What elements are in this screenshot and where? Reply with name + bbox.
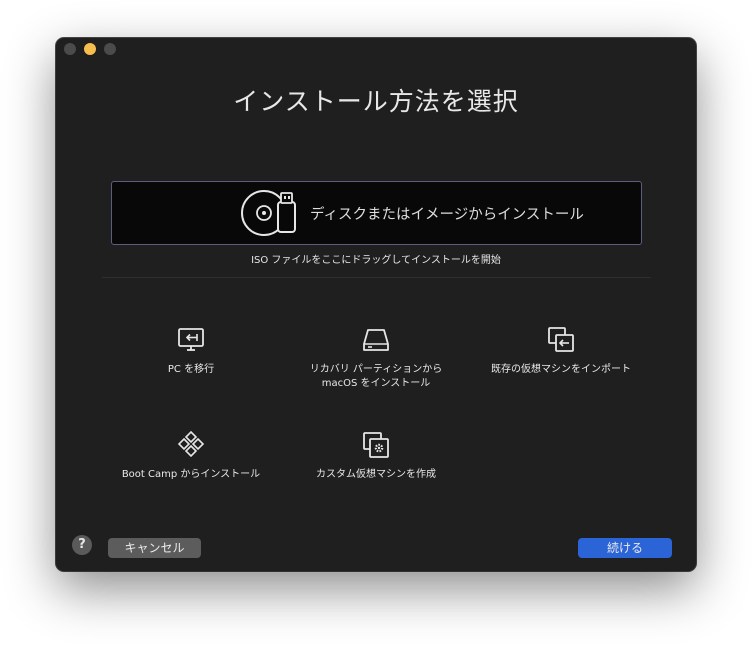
close-window-button[interactable] xyxy=(64,43,76,55)
option-label: Boot Camp からインストール xyxy=(121,469,261,480)
window-controls xyxy=(64,43,116,55)
option-custom-vm[interactable]: カスタム仮想マシンを作成 xyxy=(276,430,476,482)
option-label: リカバリ パーティションから macOS をインストール xyxy=(309,364,443,389)
help-button[interactable]: ? xyxy=(72,535,92,555)
page-title: インストール方法を選択 xyxy=(233,87,519,116)
option-migrate-pc[interactable]: PC を移行 xyxy=(91,325,291,377)
cancel-button[interactable]: キャンセル xyxy=(108,538,201,558)
drop-zone-label: ディスクまたはイメージからインストール xyxy=(310,207,584,223)
option-recovery-partition[interactable]: リカバリ パーティションから macOS をインストール xyxy=(276,325,476,391)
import-windows-icon xyxy=(548,327,574,352)
install-from-image-drop-zone[interactable]: ディスクまたはイメージからインストール xyxy=(111,181,642,245)
divider xyxy=(102,277,651,278)
option-label: カスタム仮想マシンを作成 xyxy=(316,469,436,480)
disc-usb-icon xyxy=(241,190,296,236)
drive-icon xyxy=(363,329,389,351)
drop-zone-hint: ISO ファイルをここにドラッグしてインストールを開始 xyxy=(251,255,501,266)
bootcamp-diamonds-icon xyxy=(177,430,205,458)
minimize-window-button[interactable] xyxy=(84,43,96,55)
option-label: PC を移行 xyxy=(167,364,215,375)
install-assistant-window: インストール方法を選択 ディスクまたはイメージからインストール ISO ファイル… xyxy=(56,38,696,571)
option-import-vm[interactable]: 既存の仮想マシンをインポート xyxy=(461,325,661,377)
continue-button[interactable]: 続ける xyxy=(578,538,672,558)
zoom-window-button[interactable] xyxy=(104,43,116,55)
gear-window-icon xyxy=(363,432,389,458)
option-label: 既存の仮想マシンをインポート xyxy=(491,364,631,375)
monitor-arrow-icon xyxy=(178,328,204,351)
option-boot-camp[interactable]: Boot Camp からインストール xyxy=(91,430,291,482)
